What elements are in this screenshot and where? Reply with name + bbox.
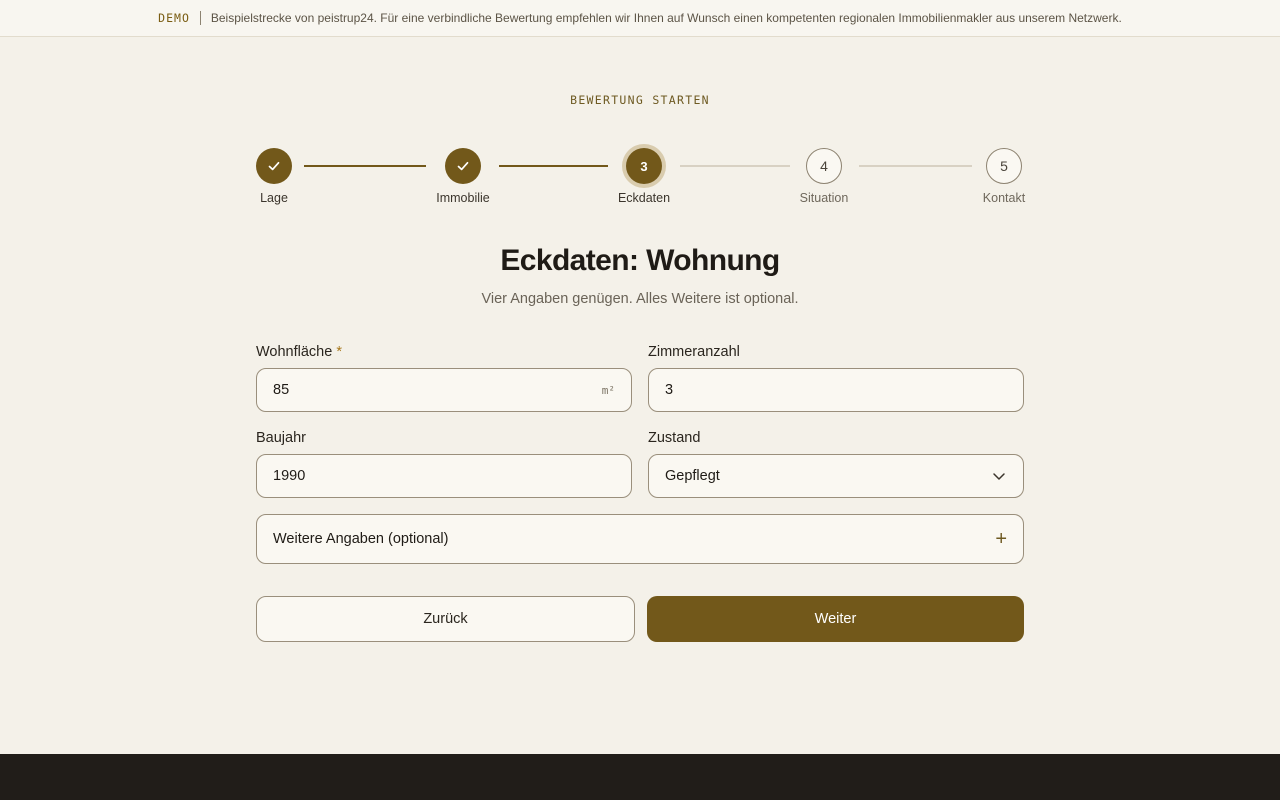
- step-2-immobilie[interactable]: [445, 148, 481, 184]
- step-label-immobilie: Immobilie: [436, 191, 490, 205]
- demo-tag: DEMO: [158, 11, 190, 25]
- step-1-lage[interactable]: [256, 148, 292, 184]
- step-connector-2: [499, 165, 608, 167]
- step-label-kontakt: Kontakt: [982, 191, 1026, 205]
- zimmeranzahl-label: Zimmeranzahl: [648, 344, 740, 360]
- page-subtitle: Vier Angaben genügen. Alles Weitere ist …: [481, 291, 799, 307]
- zimmeranzahl-value: 3: [665, 382, 674, 398]
- required-marker: *: [336, 344, 342, 360]
- step-5-kontakt: 5: [986, 148, 1022, 184]
- step-4-situation: 4: [806, 148, 842, 184]
- eyebrow-label: BEWERTUNG STARTEN: [570, 93, 710, 107]
- step-label-eckdaten: Eckdaten: [617, 191, 671, 205]
- step-label-situation: Situation: [799, 191, 849, 205]
- check-icon: [457, 161, 469, 171]
- baujahr-value: 1990: [273, 468, 306, 484]
- zimmeranzahl-input[interactable]: 3: [648, 368, 1024, 412]
- weitere-angaben-toggle[interactable]: Weitere Angaben (optional) +: [256, 514, 1024, 564]
- step-connector-4: [859, 165, 972, 167]
- baujahr-label: Baujahr: [256, 430, 306, 446]
- wohnflaeche-value: 85: [273, 382, 290, 398]
- page-footer: [0, 754, 1280, 800]
- zustand-label: Zustand: [648, 430, 701, 446]
- wohnflaeche-label-text: Wohnfläche: [256, 344, 333, 360]
- plus-icon: +: [995, 528, 1007, 550]
- check-icon: [268, 161, 280, 171]
- step-label-lage: Lage: [260, 191, 288, 205]
- back-button[interactable]: Zurück: [256, 596, 635, 642]
- banner-divider: [199, 11, 201, 25]
- step-connector-1: [304, 165, 426, 167]
- wohnflaeche-label: Wohnfläche *: [256, 344, 342, 360]
- weitere-angaben-label: Weitere Angaben (optional): [273, 531, 449, 547]
- wohnflaeche-input[interactable]: 85 m²: [256, 368, 632, 412]
- zustand-select[interactable]: Gepflegt: [648, 454, 1024, 498]
- zustand-value: Gepflegt: [665, 468, 720, 484]
- unit-label: m²: [601, 383, 615, 397]
- demo-banner: DEMO Beispielstrecke von peistrup24. Für…: [0, 0, 1280, 37]
- baujahr-input[interactable]: 1990: [256, 454, 632, 498]
- demo-banner-text: Beispielstrecke von peistrup24. Für eine…: [210, 11, 1122, 25]
- chevron-down-icon: [993, 473, 1005, 480]
- progress-stepper: Lage Immobilie 3 Eckdaten 4 Situation 5 …: [0, 146, 1280, 216]
- step-3-eckdaten: 3: [626, 148, 662, 184]
- next-button[interactable]: Weiter: [647, 596, 1024, 642]
- step-connector-3: [680, 165, 790, 167]
- page-title: Eckdaten: Wohnung: [500, 244, 780, 277]
